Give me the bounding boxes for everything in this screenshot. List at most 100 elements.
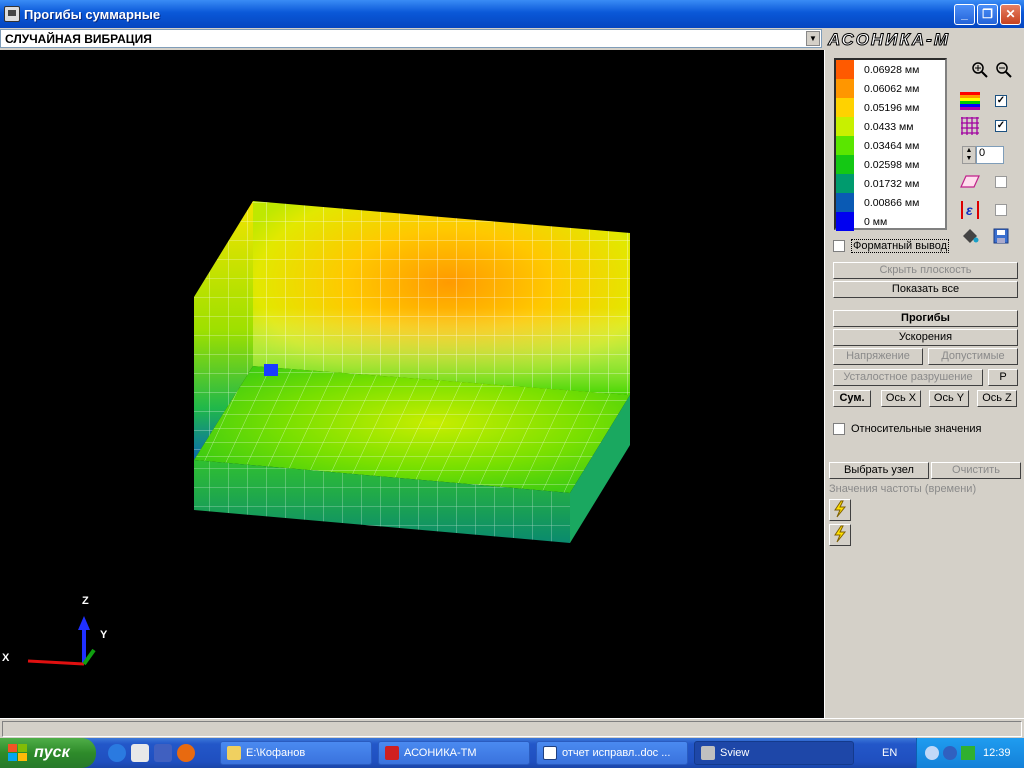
allowable-button[interactable]: Допустимые — [928, 348, 1018, 365]
close-button[interactable]: ✕ — [1000, 3, 1021, 25]
legend-label: 0.06062 мм — [864, 82, 920, 95]
mesh-grid-icon[interactable] — [960, 116, 980, 136]
color-palette-icon[interactable] — [960, 91, 980, 111]
legend-swatch — [836, 60, 854, 79]
legend-swatch — [836, 174, 854, 193]
strain-epsilon-icon[interactable]: ε — [960, 200, 980, 220]
legend-label: 0.00866 мм — [864, 196, 920, 209]
freq-values-label: Значения частоты (времени) — [829, 483, 977, 495]
zoom-out-icon[interactable] — [994, 60, 1014, 80]
relative-values-checkbox[interactable]: Относительные значения — [833, 423, 981, 435]
language-indicator[interactable]: EN — [882, 747, 897, 759]
spinner-arrows-icon[interactable]: ▲ ▼ — [962, 146, 976, 164]
task-asonika[interactable]: АСОНИКА-ТМ — [378, 741, 530, 765]
mesh-checkbox[interactable]: ✓ — [995, 120, 1007, 132]
level-spinner[interactable]: ▲ ▼ 0 — [962, 146, 1004, 164]
folder-icon — [227, 746, 241, 760]
axis-label-z: Z — [82, 595, 89, 607]
disk-icon[interactable] — [154, 744, 172, 762]
axis-y-button[interactable]: Ось Y — [929, 390, 969, 407]
app-logo: АСОНИКА-М — [828, 30, 1020, 50]
spinner-input[interactable]: 0 — [976, 146, 1004, 164]
firefox-icon[interactable] — [177, 744, 195, 762]
system-tray: 12:39 — [916, 738, 1024, 768]
sum-button[interactable]: Сум. — [833, 390, 871, 407]
relative-values-label: Относительные значения — [851, 423, 982, 435]
format-output-label: Форматный вывод — [851, 239, 950, 253]
analysis-type-value: СЛУЧАЙНАЯ ВИБРАЦИЯ — [5, 32, 152, 46]
clear-button[interactable]: Очистить — [931, 462, 1021, 479]
window-title: Прогибы суммарные — [24, 6, 161, 22]
zoom-in-icon[interactable] — [970, 60, 990, 80]
tray-app-icon[interactable] — [943, 746, 957, 760]
legend-label: 0.01732 мм — [864, 177, 920, 190]
legend-row: 0.03464 мм — [836, 136, 945, 155]
palette-checkbox[interactable]: ✓ — [995, 95, 1007, 107]
back-arrow-icon[interactable] — [925, 746, 939, 760]
sview-icon — [701, 746, 715, 760]
axis-x-button[interactable]: Ось X — [881, 390, 921, 407]
select-node-button[interactable]: Выбрать узел — [829, 462, 929, 479]
desktop-icon[interactable] — [131, 744, 149, 762]
accelerations-button[interactable]: Ускорения — [833, 329, 1018, 346]
legend-swatch — [836, 193, 854, 212]
relative-values-box[interactable] — [833, 423, 845, 435]
toolbar-row: СЛУЧАЙНАЯ ВИБРАЦИЯ ▼ АСОНИКА-М — [0, 28, 1024, 50]
axis-z-button[interactable]: Ось Z — [977, 390, 1017, 407]
strain-checkbox[interactable] — [995, 204, 1007, 216]
hide-plane-button[interactable]: Скрыть плоскость — [833, 262, 1018, 279]
plane-checkbox[interactable] — [995, 176, 1007, 188]
legend-row: 0.02598 мм — [836, 155, 945, 174]
task-word-doc[interactable]: отчет исправл..doc ... — [536, 741, 688, 765]
chevron-down-icon[interactable]: ▼ — [806, 31, 820, 46]
ie-icon[interactable] — [108, 744, 126, 762]
minimize-button[interactable]: _ — [954, 3, 975, 25]
lightning-button-2[interactable] — [829, 524, 851, 546]
analysis-type-select[interactable]: СЛУЧАЙНАЯ ВИБРАЦИЯ ▼ — [0, 29, 822, 48]
3d-viewport[interactable]: Z Y X — [0, 50, 824, 718]
axes-triad: Z Y X — [2, 595, 108, 666]
svg-text:ε: ε — [966, 202, 973, 218]
legend-row: 0.00866 мм — [836, 193, 945, 212]
legend-swatch — [836, 117, 854, 136]
model-render[interactable]: Z Y X — [0, 50, 824, 718]
asonika-icon — [385, 746, 399, 760]
legend-row: 0.01732 мм — [836, 174, 945, 193]
format-output-box[interactable] — [833, 240, 845, 252]
legend-swatch — [836, 155, 854, 174]
status-pane — [2, 721, 1022, 737]
show-all-button[interactable]: Показать все — [833, 281, 1018, 298]
fatigue-button[interactable]: Усталостное разрушение — [833, 369, 983, 386]
word-icon — [543, 746, 557, 760]
paint-bucket-icon[interactable] — [960, 226, 980, 246]
axis-label-y: Y — [100, 629, 108, 641]
save-icon[interactable] — [991, 226, 1011, 246]
deflections-button[interactable]: Прогибы — [833, 310, 1018, 327]
windows-flag-icon — [8, 744, 28, 762]
legend-swatch — [836, 212, 854, 231]
clock[interactable]: 12:39 — [983, 747, 1011, 759]
legend-row: 0.06928 мм — [836, 60, 945, 79]
network-icon[interactable] — [961, 746, 975, 760]
control-panel: 0.06928 мм 0.06062 мм 0.05196 мм 0.0433 мм 0… — [824, 50, 1024, 718]
legend-label: 0.06928 мм — [864, 63, 920, 76]
axis-label-x: X — [2, 652, 10, 664]
task-sview[interactable]: Sview — [694, 741, 854, 765]
legend-swatch — [836, 79, 854, 98]
plane-icon[interactable] — [960, 172, 980, 192]
p-button[interactable]: Р — [988, 369, 1018, 386]
legend-row: 0.0433 мм — [836, 117, 945, 136]
task-explorer[interactable]: E:\Кофанов — [220, 741, 372, 765]
lightning-icon — [834, 500, 847, 518]
window-titlebar[interactable]: Прогибы суммарные _ ❐ ✕ — [0, 0, 1024, 28]
maximize-button[interactable]: ❐ — [977, 3, 998, 25]
legend-label: 0.03464 мм — [864, 139, 920, 152]
start-label: пуск — [34, 744, 70, 761]
lightning-button-1[interactable] — [829, 499, 851, 521]
lightning-icon — [834, 525, 847, 543]
start-button[interactable]: пуск — [0, 738, 96, 768]
format-output-checkbox[interactable]: Форматный вывод — [833, 239, 950, 253]
stress-button[interactable]: Напряжение — [833, 348, 923, 365]
status-bar — [0, 718, 1024, 738]
app-icon[interactable] — [4, 6, 20, 22]
